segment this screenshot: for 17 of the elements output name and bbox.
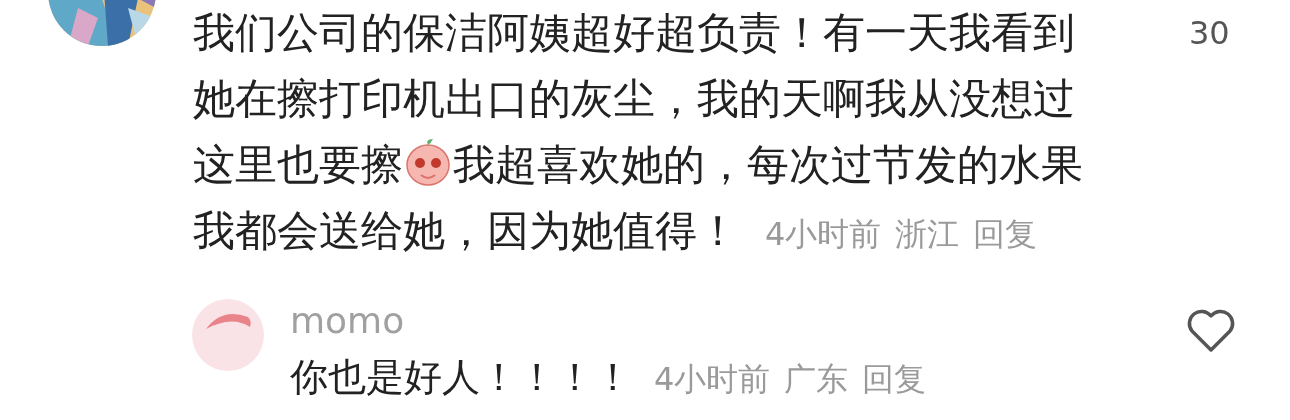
comment-text: 我都会送给她，因为她值得！ (193, 206, 739, 255)
comment-text: 这里也要擦 (193, 140, 403, 189)
comment-text: 她在擦打印机出口的灰尘，我的天啊我从没想过 (193, 74, 1075, 123)
comment-text: 我超喜欢她的，每次过节发的水果 (453, 140, 1083, 189)
reply-link[interactable]: 回复 (973, 215, 1038, 253)
reply-text: 你也是好人！！！！ (290, 355, 632, 399)
sticker-icon (403, 137, 453, 187)
avatar (192, 299, 264, 371)
reply-link[interactable]: 回复 (862, 360, 927, 398)
comment-text: 我们公司的保洁阿姨超好超负责！有一天我看到 (193, 8, 1075, 57)
location: 广东 (784, 360, 849, 398)
heart-icon[interactable] (1186, 309, 1236, 353)
timestamp: 4小时前 (765, 215, 882, 253)
user-name[interactable]: momo (290, 299, 405, 343)
timestamp: 4小时前 (654, 360, 771, 398)
like-count: 30 (1189, 14, 1230, 52)
location: 浙江 (895, 215, 960, 253)
